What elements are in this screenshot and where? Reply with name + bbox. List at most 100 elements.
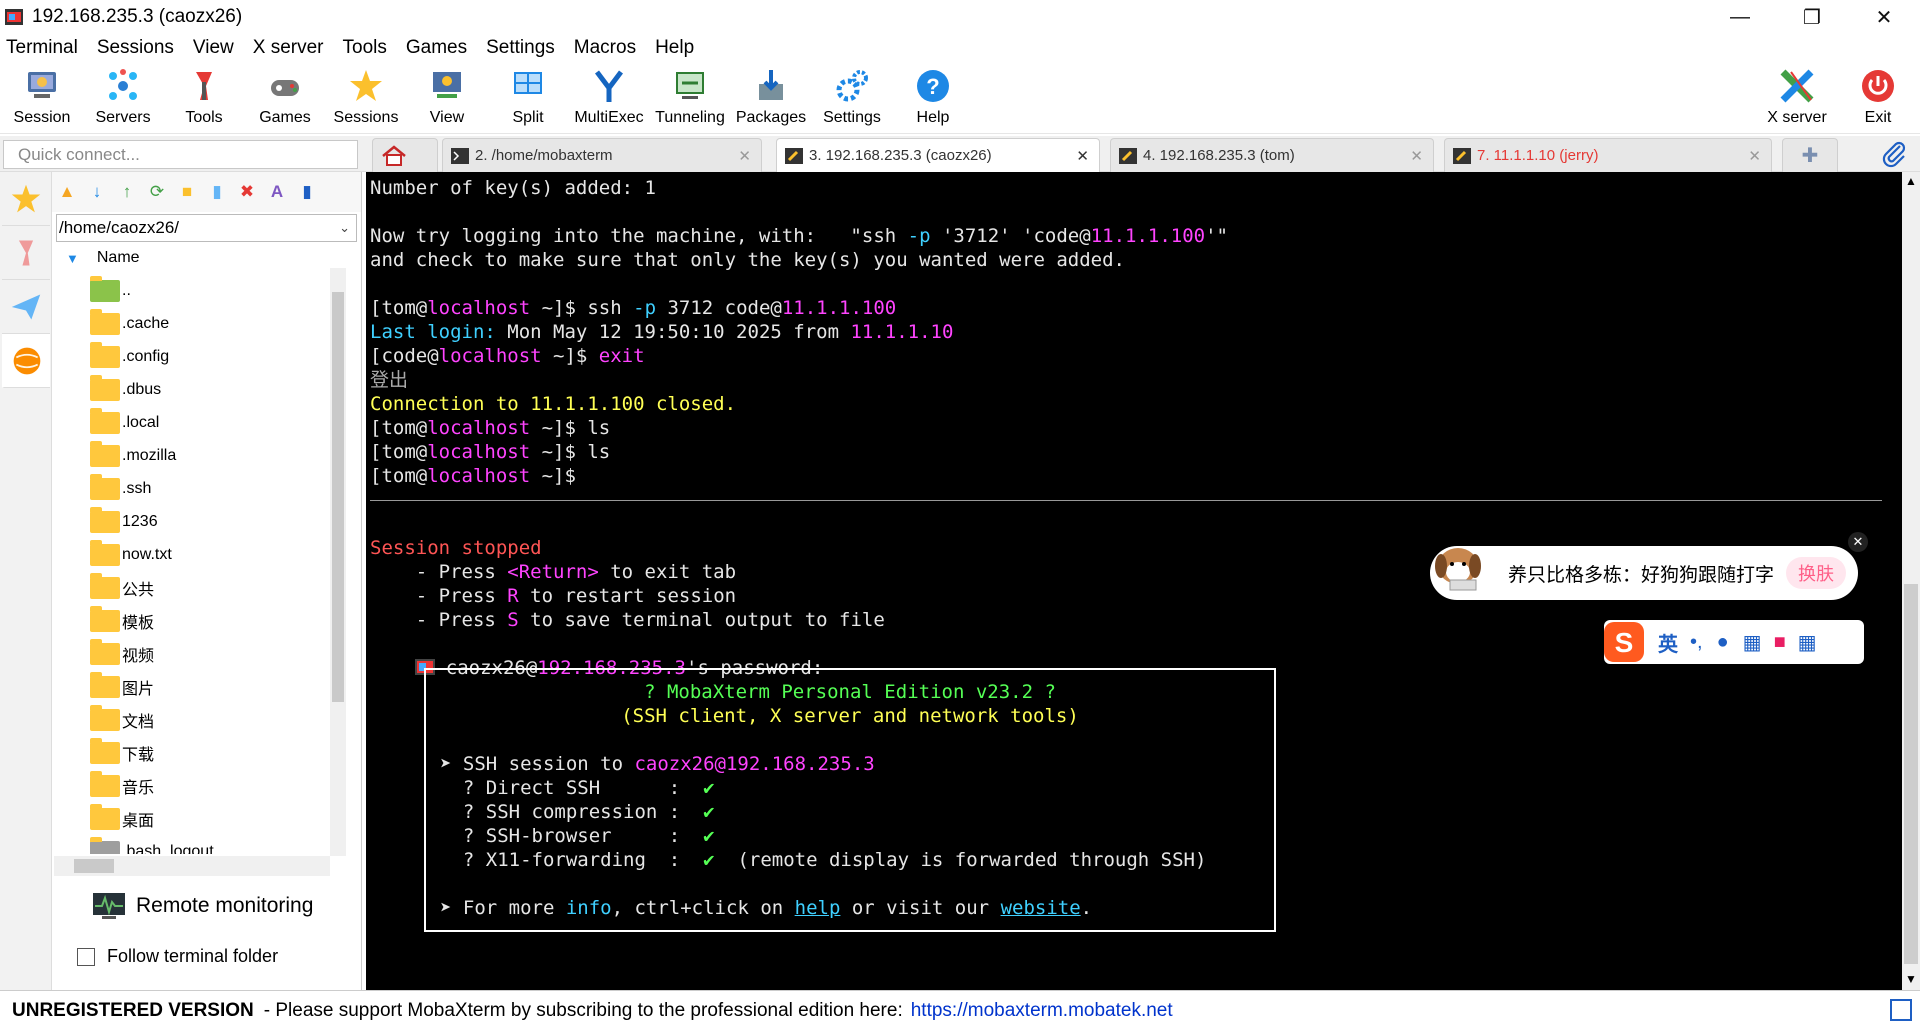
new-folder-icon[interactable]: ■ [176,181,198,203]
xserver-tool-button[interactable]: X server [1757,62,1837,132]
file-list-horizontal-scrollbar[interactable] [54,856,330,876]
menu-terminal[interactable]: Terminal [0,37,89,59]
microphone-icon[interactable]: ● [1717,631,1729,654]
quick-connect-input[interactable]: Quick connect... [3,140,358,169]
path-input[interactable]: /home/caozx26/⌄ [56,214,357,242]
ime-popup-close-icon[interactable]: ✕ [1848,532,1868,552]
view-tool-button[interactable]: View [407,62,487,132]
menu-x-server[interactable]: X server [247,37,335,59]
remote-monitoring-button[interactable]: Remote monitoring [92,892,313,920]
sidebar-macros-button[interactable] [2,280,50,334]
sidebar-sftp-button[interactable] [2,334,50,388]
close-button[interactable]: ✕ [1848,0,1920,34]
servers-tool-button[interactable]: Servers [83,62,163,132]
packages-tool-button[interactable]: Packages [731,62,811,132]
tools-tool-button[interactable]: Tools [164,62,244,132]
info-title: ? MobaXterm Personal Edition v23.2 ? [644,681,1056,703]
menu-view[interactable]: View [187,37,245,59]
menu-tools[interactable]: Tools [337,37,398,59]
list-item[interactable]: 文档 [52,703,330,736]
follow-terminal-folder-checkbox[interactable]: Follow terminal folder [77,946,278,967]
games-tool-button[interactable]: Games [245,62,325,132]
menu-help[interactable]: Help [649,37,705,59]
list-item[interactable]: 公共 [52,571,330,604]
terminal-line: - Press S to save terminal output to fil… [370,609,885,631]
exit-tool-button[interactable]: Exit [1838,62,1918,132]
file-list-vertical-scrollbar[interactable] [330,268,346,856]
tab-caozx26[interactable]: 3. 192.168.235.3 (caozx26) ✕ [776,138,1100,172]
minimize-button[interactable]: — [1704,0,1776,34]
list-item[interactable]: 1236 [52,505,330,538]
menu-sessions[interactable]: Sessions [91,37,185,59]
sidebar-sessions-button[interactable] [2,172,50,226]
attach-icon[interactable] [1880,140,1908,168]
terminal-line: Now try logging into the machine, with: … [370,225,1228,247]
column-header[interactable]: ▼ Name [52,244,361,272]
new-tab-button[interactable]: ✚ [1782,138,1838,172]
website-link[interactable]: website [1001,897,1081,919]
permissions-icon[interactable]: ▮ [296,181,318,203]
skin-icon[interactable]: ■ [1774,631,1786,654]
list-item[interactable]: .config [52,340,330,373]
new-file-icon[interactable]: ▮ [206,181,228,203]
list-item[interactable]: 桌面 [52,802,330,835]
list-item[interactable]: .. [52,274,330,307]
list-item[interactable]: 下载 [52,736,330,769]
list-item[interactable]: 模板 [52,604,330,637]
punctuation-icon[interactable]: •, [1690,631,1703,654]
ime-promo-popup[interactable]: 养只比格多栋：好狗狗跟随打字 换肤 [1430,546,1858,600]
folder-icon [90,671,120,698]
tunneling-tool-button[interactable]: Tunneling [650,62,730,132]
checkbox[interactable] [77,947,95,966]
language-indicator[interactable]: 英 [1658,628,1678,657]
tab-close-icon[interactable]: ✕ [1410,147,1423,165]
tab-close-icon[interactable]: ✕ [1748,147,1761,165]
tab-mobaxterm-home[interactable]: 2. /home/mobaxterm ✕ [442,138,762,172]
settings-tool-button[interactable]: Settings [812,62,892,132]
menu-macros[interactable]: Macros [568,37,647,59]
parent-folder-icon[interactable]: ▲ [56,181,78,203]
list-item[interactable]: .dbus [52,373,330,406]
menu-games[interactable]: Games [400,37,478,59]
menu-settings[interactable]: Settings [480,37,566,59]
toolbox-icon[interactable]: ▦ [1798,630,1817,655]
mobaxterm-app-icon [5,9,23,25]
list-item[interactable]: .ssh [52,472,330,505]
terminal-scrollbar[interactable]: ▲ ▼ [1902,172,1920,990]
list-item[interactable]: 音乐 [52,769,330,802]
tab-jerry[interactable]: 7. 11.1.1.10 (jerry) ✕ [1444,138,1772,172]
sidebar-tools-button[interactable] [2,226,50,280]
maximize-button[interactable]: ❐ [1776,0,1848,34]
multiexec-tool-button[interactable]: MultiExec [569,62,649,132]
list-item[interactable]: .local [52,406,330,439]
scroll-down-icon[interactable]: ▼ [1905,972,1917,986]
chevron-down-icon[interactable]: ⌄ [339,215,350,241]
refresh-icon[interactable]: ⟳ [146,181,168,203]
tab-close-icon[interactable]: ✕ [738,147,751,165]
help-link[interactable]: help [795,897,841,919]
list-item[interactable]: .cache [52,307,330,340]
scroll-up-icon[interactable]: ▲ [1905,174,1917,188]
split-tool-button[interactable]: Split [488,62,568,132]
list-item[interactable]: .bash_logout [52,835,330,854]
list-item[interactable]: now.txt [52,538,330,571]
download-icon[interactable]: ↓ [86,181,108,203]
help-tool-button[interactable]: ? Help [893,62,973,132]
keyboard-icon[interactable]: ▦ [1743,630,1762,655]
session-tool-button[interactable]: Session [2,62,82,132]
tab-close-icon[interactable]: ✕ [1076,147,1089,165]
mobaxterm-url-link[interactable]: https://mobaxterm.mobatek.net [911,1000,1173,1022]
upload-icon[interactable]: ↑ [116,181,138,203]
list-item[interactable]: .mozilla [52,439,330,472]
delete-icon[interactable]: ✖ [236,181,258,203]
list-item[interactable]: 图片 [52,670,330,703]
home-tab[interactable] [372,138,438,172]
tab-tom[interactable]: 4. 192.168.235.3 (tom) ✕ [1110,138,1434,172]
rename-icon[interactable]: A [266,181,288,203]
sessions-tool-button[interactable]: Sessions [326,62,406,132]
packages-icon [751,66,791,106]
skin-button[interactable]: 换肤 [1786,557,1846,589]
list-item[interactable]: 视频 [52,637,330,670]
folder-icon [90,704,120,731]
terminal-line: ? SSH compression : ✔ [440,801,715,823]
